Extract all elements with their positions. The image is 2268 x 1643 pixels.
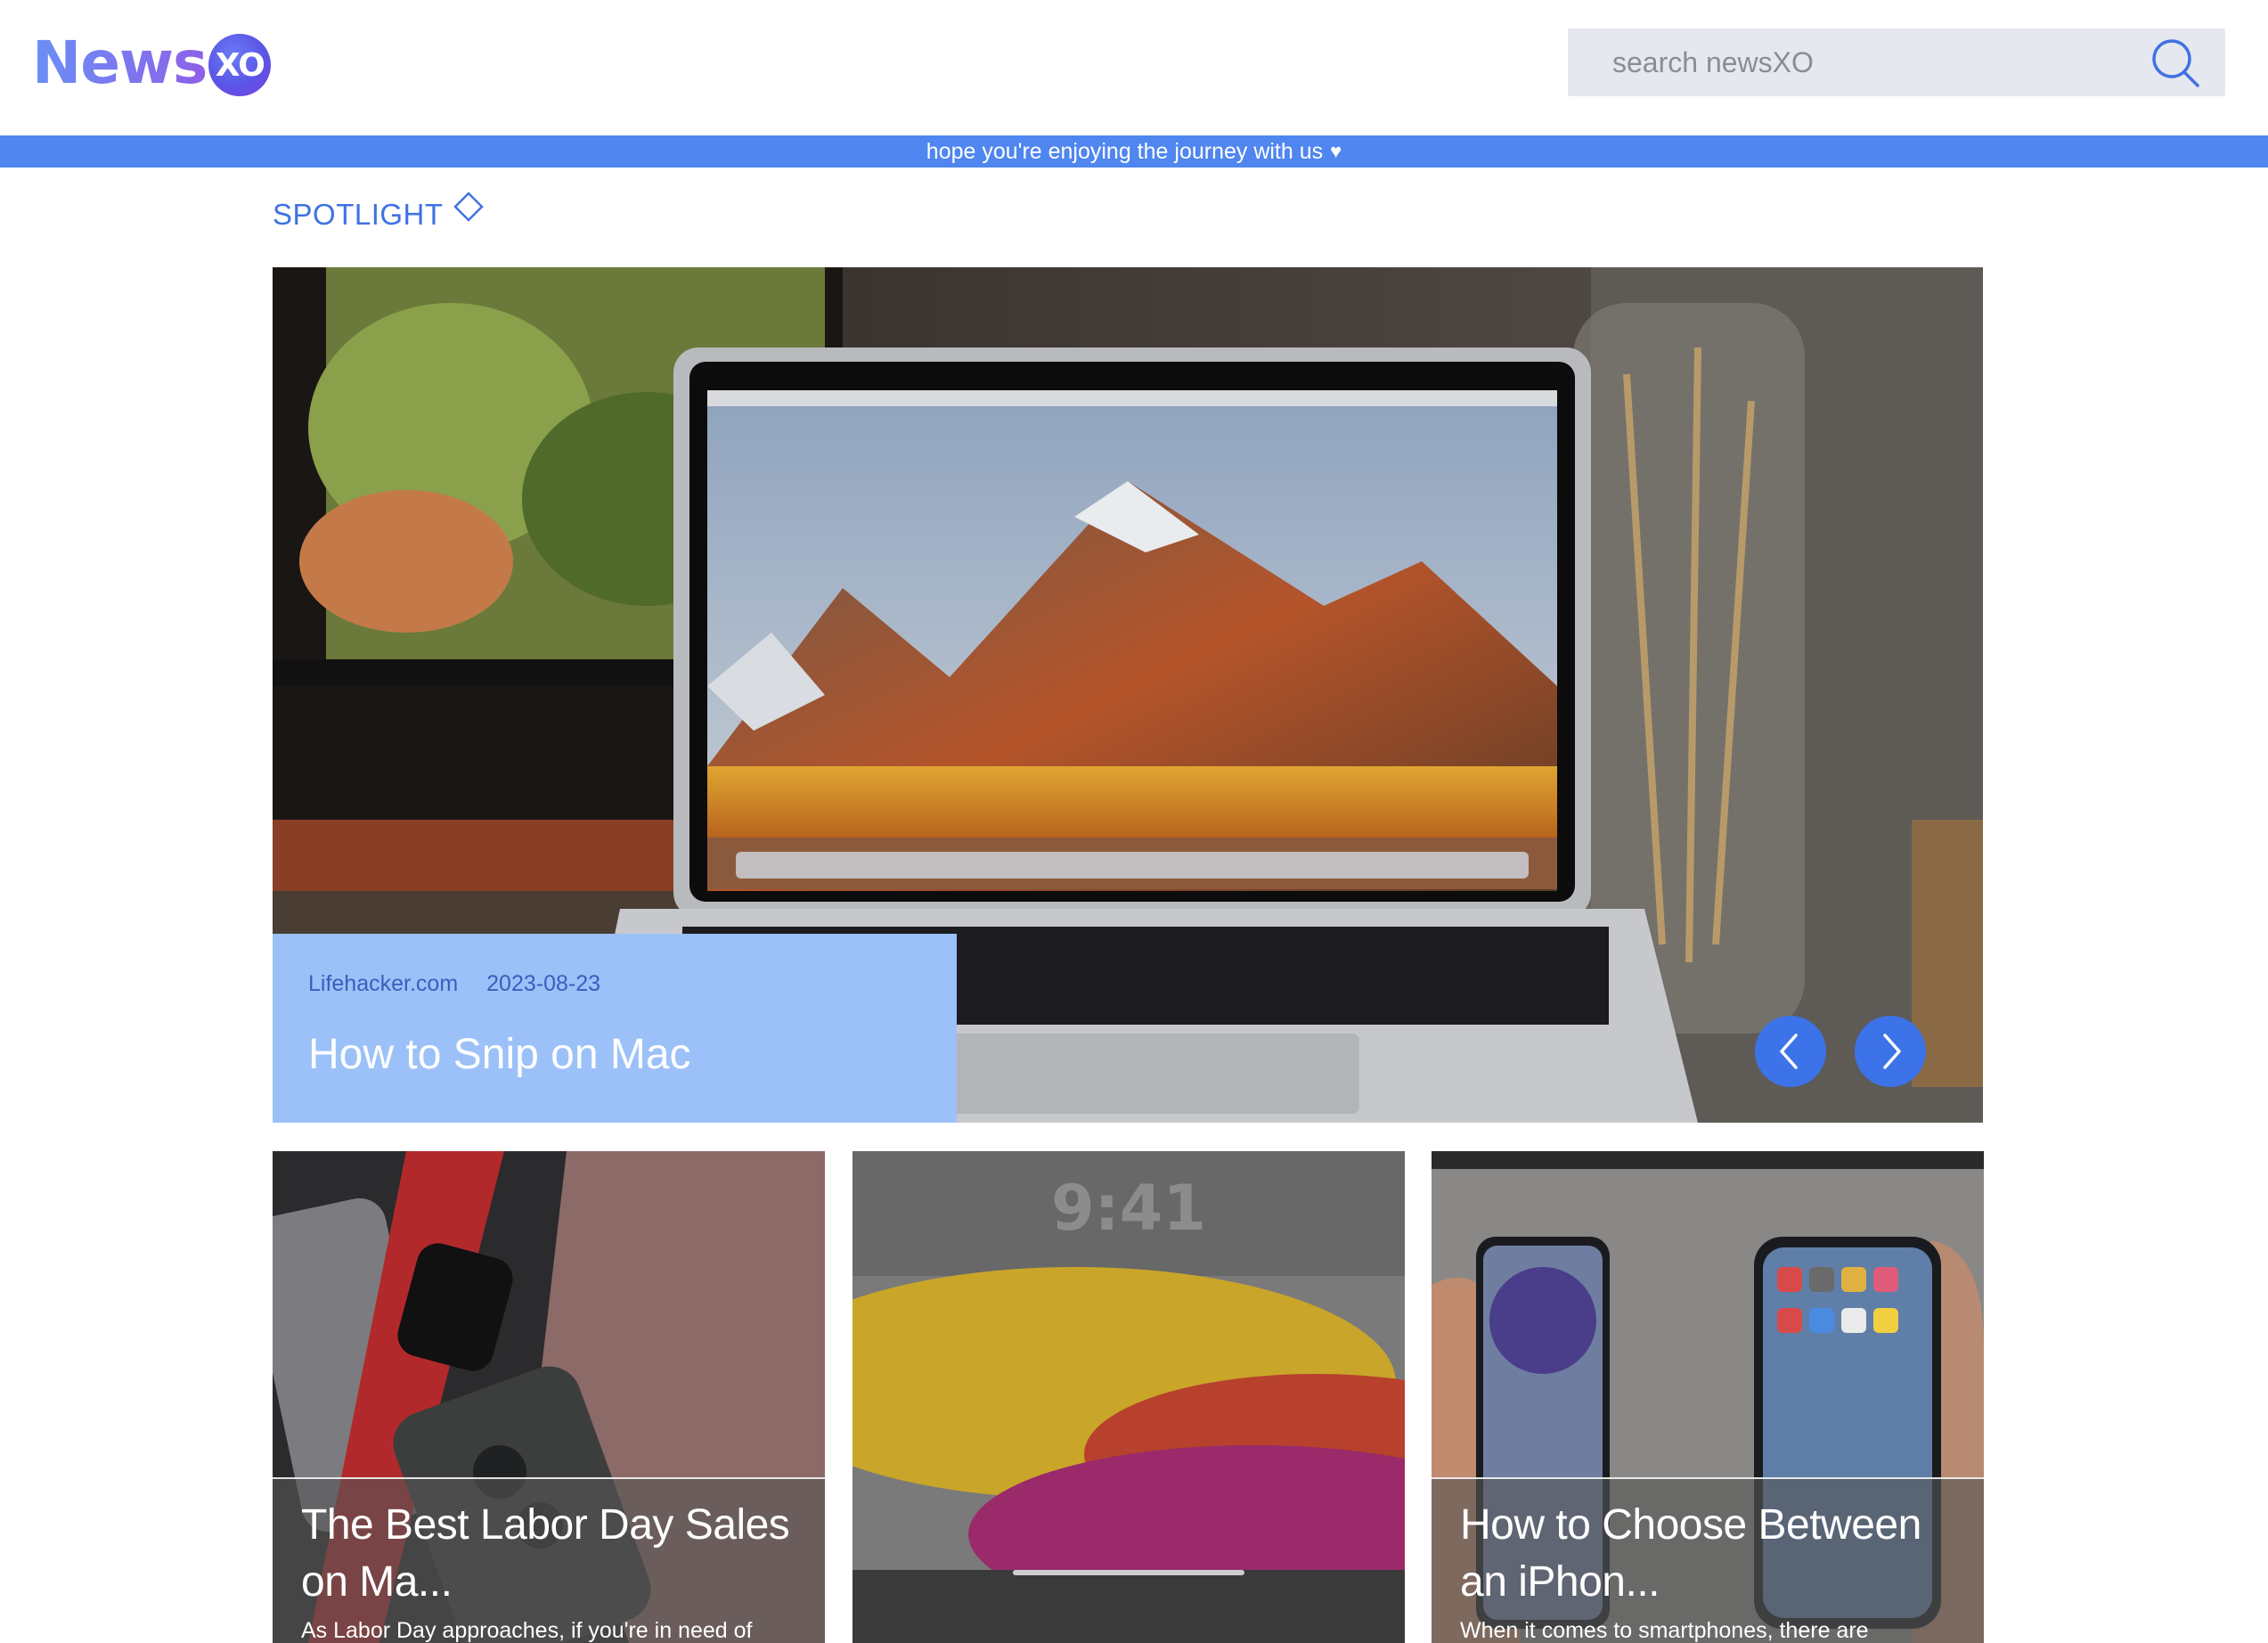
card-title[interactable]: The Best Labor Day Sales on Ma...	[301, 1497, 809, 1611]
chevron-left-icon	[1780, 1034, 1798, 1069]
article-card[interactable]: How to Choose Between an iPhon... When i…	[1432, 1151, 1984, 1643]
logo-badge-text: XO	[215, 46, 265, 84]
search-bar	[1568, 29, 2225, 96]
search-input[interactable]	[1568, 29, 2138, 96]
card-overlay: How to Choose Between an iPhon... When i…	[1432, 1477, 1984, 1643]
hero-meta: Lifehacker.com 2023-08-23	[308, 971, 600, 997]
spotlight-hero[interactable]: Lifehacker.com 2023-08-23 How to Snip on…	[273, 267, 1983, 1123]
article-card[interactable]: 9:41	[853, 1151, 1405, 1643]
hero-headline[interactable]: How to Snip on Mac	[308, 1030, 691, 1079]
site-logo[interactable]: News XO	[32, 27, 272, 98]
carousel-next-button[interactable]	[1855, 1016, 1926, 1087]
card-image: 9:41	[853, 1151, 1405, 1643]
logo-wordmark: News	[32, 28, 208, 97]
logo-badge: XO	[208, 34, 272, 96]
article-card[interactable]: The Best Labor Day Sales on Ma... As Lab…	[273, 1151, 825, 1643]
search-icon[interactable]	[2149, 37, 2202, 90]
spotlight-title: SPOTLIGHT	[273, 198, 444, 231]
card-excerpt: As Labor Day approaches, if you're in ne…	[301, 1618, 753, 1643]
announcement-banner: hope you're enjoying the journey with us…	[0, 135, 2268, 168]
card-title[interactable]: How to Choose Between an iPhon...	[1460, 1497, 1968, 1611]
heart-icon: ♥	[1330, 140, 1342, 162]
card-excerpt: When it comes to smartphones, there are	[1460, 1618, 1869, 1643]
spotlight-heading: SPOTLIGHT	[273, 192, 485, 232]
site-header: News XO	[0, 0, 2268, 135]
hero-caption: Lifehacker.com 2023-08-23 How to Snip on…	[273, 934, 957, 1123]
card-overlay: The Best Labor Day Sales on Ma... As Lab…	[273, 1477, 825, 1643]
card-image-clock: 9:41	[1051, 1172, 1206, 1245]
hero-date: 2023-08-23	[486, 971, 601, 996]
chevron-right-icon	[1883, 1034, 1901, 1069]
banner-text: hope you're enjoying the journey with us	[926, 138, 1324, 164]
carousel-prev-button[interactable]	[1755, 1016, 1826, 1087]
diamond-icon	[453, 192, 484, 222]
hero-source[interactable]: Lifehacker.com	[308, 971, 458, 997]
